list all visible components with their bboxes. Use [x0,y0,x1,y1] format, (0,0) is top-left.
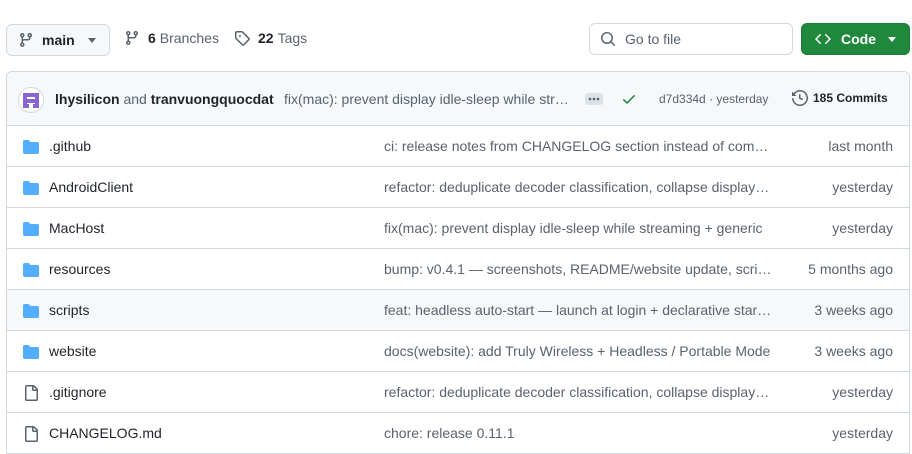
branch-select-button[interactable]: main [6,24,110,56]
file-commit-message-link[interactable]: fix(mac): prevent display idle-sleep whi… [384,220,772,236]
branch-name: main [42,32,75,48]
authors-conjunction: and [123,91,147,107]
file-commit-date: yesterday [832,425,893,441]
folder-icon [23,181,39,195]
file-commit-date: yesterday [832,220,893,236]
latest-commit-bar: lhysilicon and tranvuongquocdat fix(mac)… [7,72,909,126]
file-name-link[interactable]: MacHost [49,220,104,236]
commits-count: 185 Commits [813,91,888,105]
caret-down-icon [88,38,96,43]
file-row[interactable]: CHANGELOG.md chore: release 0.11.1 yesterd… [7,413,909,454]
folder-icon [23,345,39,359]
file-commit-date: yesterday [832,384,893,400]
file-name-link[interactable]: scripts [49,302,89,318]
expand-commit-message-button[interactable] [585,93,603,105]
go-to-file-input[interactable] [625,31,785,47]
tags-count: 22 [258,30,274,46]
folder-icon [23,222,39,236]
file-commit-date: yesterday [832,179,893,195]
file-row[interactable]: .gitignore refactor: deduplicate decoder … [7,372,909,413]
sha-separator: · [709,92,714,106]
file-name-link[interactable]: CHANGELOG.md [49,425,162,441]
check-icon[interactable] [621,91,637,107]
go-to-file-search[interactable] [589,23,793,55]
file-row[interactable]: .github ci: release notes from CHANGELOG … [7,126,909,167]
latest-commit-message[interactable]: fix(mac): prevent display idle-sleep whi… [284,91,573,107]
folder-icon [23,263,39,277]
file-row[interactable]: MacHost fix(mac): prevent display idle-sl… [7,208,909,249]
file-commit-message-link[interactable]: feat: headless auto-start — launch at lo… [384,302,772,318]
commit-authors: lhysilicon and tranvuongquocdat [55,91,274,107]
tags-link[interactable]: 22 Tags [234,30,307,46]
history-icon [792,90,808,106]
tag-icon [235,31,250,46]
repo-toolbar: main 6 Branches 22 Tags Code [0,0,912,72]
git-branch-icon [125,31,138,46]
file-commit-date: 5 months ago [808,261,893,277]
tags-label: Tags [277,30,308,46]
commit-sha-time[interactable]: d7d334d · yesterday [659,92,768,106]
file-commit-message-link[interactable]: refactor: deduplicate decoder classifica… [384,179,772,195]
search-icon [601,32,616,47]
file-browser: lhysilicon and tranvuongquocdat fix(mac)… [6,71,910,454]
commit-sha[interactable]: d7d334d [659,92,706,106]
file-name-link[interactable]: .gitignore [49,384,107,400]
code-button[interactable]: Code [801,23,910,55]
file-list: .github ci: release notes from CHANGELOG … [7,126,909,454]
file-commit-date: last month [828,138,893,154]
folder-icon [23,140,39,154]
file-commit-message-link[interactable]: chore: release 0.11.1 [384,425,772,441]
branches-label: Branches [159,30,219,46]
file-icon [25,385,38,401]
author-avatar[interactable] [18,87,44,113]
file-row[interactable]: scripts feat: headless auto-start — launc… [7,290,909,331]
file-commit-message-link[interactable]: refactor: deduplicate decoder classifica… [384,384,772,400]
branches-link[interactable]: 6 Branches [124,30,219,46]
branches-count: 6 [148,30,156,46]
commit-time: yesterday [716,92,769,106]
file-name-link[interactable]: website [49,343,96,359]
author-link-1[interactable]: lhysilicon [55,91,120,107]
file-row[interactable]: AndroidClient refactor: deduplicate decod… [7,167,909,208]
author-link-2[interactable]: tranvuongquocdat [151,91,274,107]
file-icon [25,426,38,442]
caret-down-icon [888,37,896,42]
file-row[interactable]: website docs(website): add Truly Wireless… [7,331,909,372]
file-name-link[interactable]: AndroidClient [49,179,133,195]
file-commit-message-link[interactable]: docs(website): add Truly Wireless + Head… [384,343,772,359]
code-button-label: Code [841,31,876,47]
code-brackets-icon [815,33,831,45]
kebab-horizontal-icon [588,97,600,101]
file-commit-date: 3 weeks ago [814,302,893,318]
file-commit-message-link[interactable]: ci: release notes from CHANGELOG section… [384,138,772,154]
file-commit-message-link[interactable]: bump: v0.4.1 — screenshots, README/websi… [384,261,772,277]
file-row[interactable]: resources bump: v0.4.1 — screenshots, REA… [7,249,909,290]
file-commit-date: 3 weeks ago [814,343,893,359]
file-name-link[interactable]: resources [49,261,110,277]
commits-history-link[interactable]: 185 Commits [792,90,888,106]
git-branch-icon [19,33,32,48]
file-name-link[interactable]: .github [49,138,91,154]
folder-icon [23,304,39,318]
